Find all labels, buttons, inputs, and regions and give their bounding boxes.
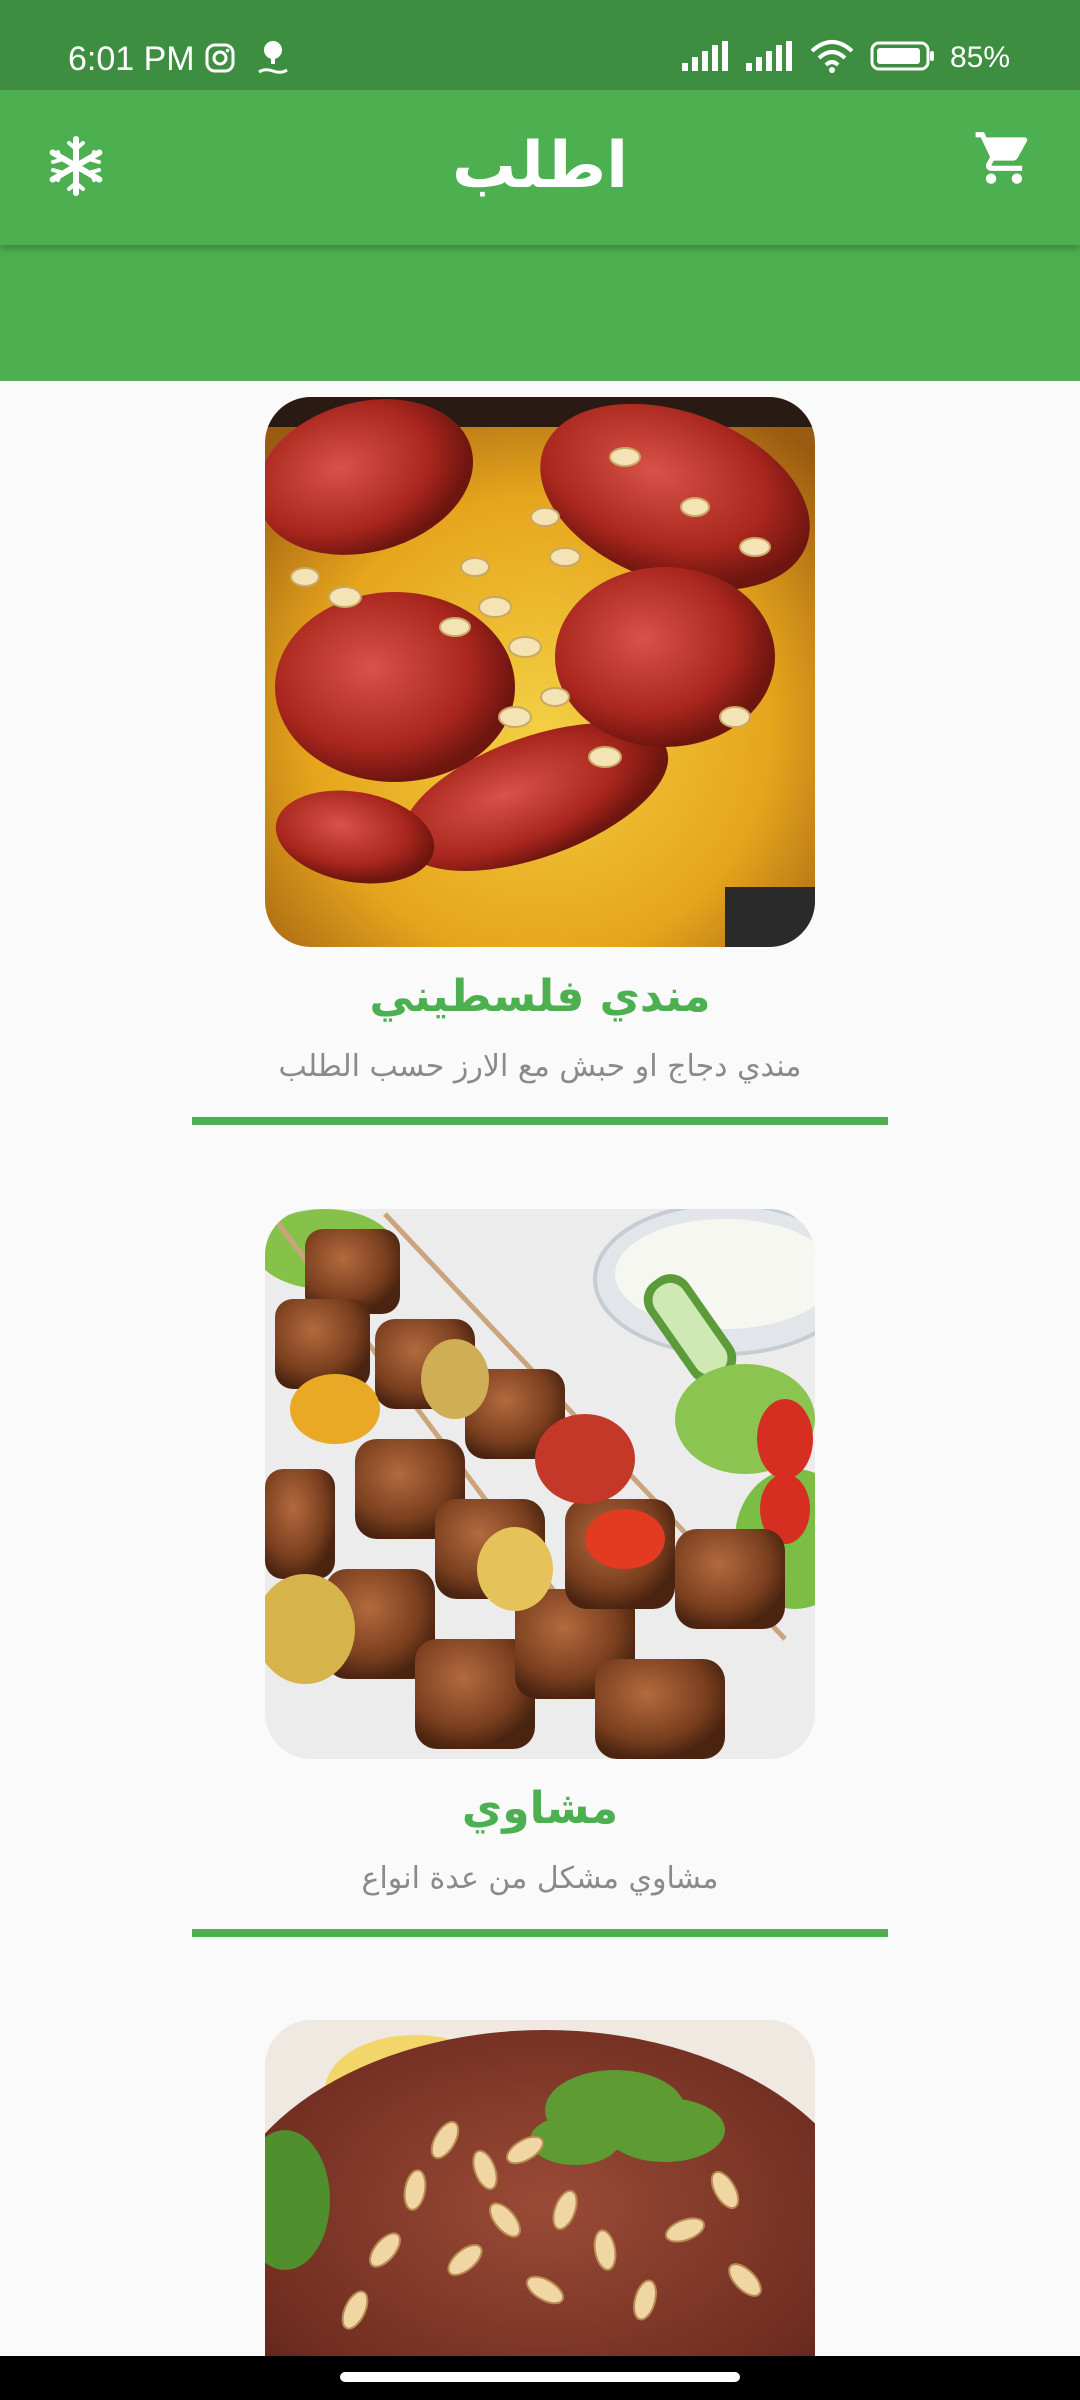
status-system-icons: 85% <box>680 36 1010 80</box>
divider <box>192 1929 888 1937</box>
status-time: 6:01 PM <box>68 40 195 78</box>
page-title: اطلب <box>451 129 629 203</box>
system-navigation-bar <box>0 2356 1080 2400</box>
menu-item-description: مندي دجاج او حبش مع الارز حسب الطلب <box>278 1049 802 1084</box>
battery-percentage: 85% <box>949 41 1010 74</box>
menu-item-title: مشاوي <box>461 1783 619 1834</box>
app-bar: اطلب <box>0 90 1080 245</box>
chicken-mandi-photo[interactable] <box>265 397 815 947</box>
header-banner <box>0 245 1080 381</box>
app-notification-icon <box>257 38 289 82</box>
signal-icon-2 <box>744 41 794 75</box>
status-notification-icons <box>205 38 289 82</box>
grilled-skewers-photo[interactable] <box>265 1209 815 1759</box>
wifi-icon <box>808 39 856 77</box>
divider <box>192 1117 888 1125</box>
signal-icon <box>680 41 730 75</box>
instagram-icon <box>205 43 235 77</box>
cart-icon <box>973 127 1035 193</box>
battery-icon <box>870 40 936 76</box>
cart-button[interactable] <box>964 120 1044 200</box>
menu-item-description: مشاوي مشكل من عدة انواع <box>361 1861 719 1896</box>
snowflake-icon <box>45 135 107 201</box>
home-gesture-handle[interactable] <box>340 2372 740 2382</box>
status-bar: 6:01 PM 85% <box>0 0 1080 90</box>
menu-item-title: مندي فلسطيني <box>369 971 711 1022</box>
snowflake-button[interactable] <box>40 132 112 204</box>
musakhan-chicken-photo[interactable] <box>265 2020 815 2356</box>
